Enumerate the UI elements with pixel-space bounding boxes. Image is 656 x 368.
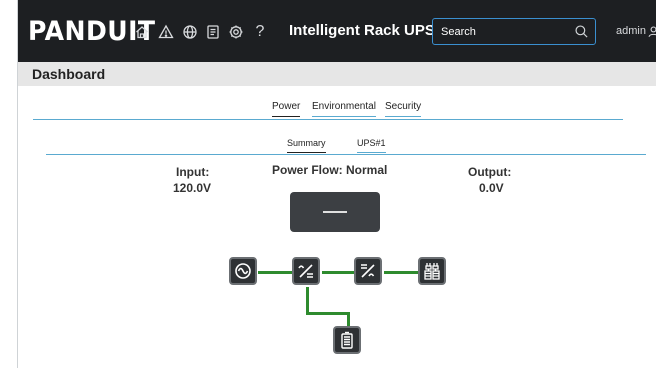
- home-icon[interactable]: [134, 24, 150, 40]
- search-icon[interactable]: [574, 24, 589, 39]
- wire-rectifier-inverter: [322, 271, 356, 274]
- tab-environmental[interactable]: Environmental: [312, 101, 376, 117]
- battery-icon[interactable]: [333, 326, 361, 354]
- tab-ups1[interactable]: UPS#1: [357, 137, 386, 153]
- wire-source-rectifier: [258, 271, 294, 274]
- settings-icon[interactable]: [228, 24, 244, 40]
- top-nav-bar: PANDUIT ? Intelligent Rack UPS admin: [18, 0, 656, 62]
- tab-summary[interactable]: Summary: [287, 137, 326, 153]
- globe-icon[interactable]: [182, 24, 198, 40]
- wire-rectifier-down: [306, 287, 309, 314]
- app-title: Intelligent Rack UPS: [289, 22, 435, 39]
- outlets-icon[interactable]: [418, 257, 446, 285]
- page-title: Dashboard: [32, 66, 106, 82]
- alert-icon[interactable]: [158, 24, 174, 40]
- help-icon[interactable]: ?: [252, 23, 268, 40]
- flow-dash: [323, 211, 347, 213]
- output-value: 0.0V: [479, 181, 504, 195]
- output-label: Output:: [468, 165, 512, 179]
- ac-source-icon[interactable]: [229, 257, 257, 285]
- dashboard-header: Dashboard: [18, 62, 656, 86]
- tab-security[interactable]: Security: [385, 101, 422, 117]
- user-menu[interactable]: admin: [616, 25, 656, 38]
- username: admin: [616, 25, 646, 37]
- power-flow-indicator: [290, 192, 380, 232]
- wire-horizontal-battery: [306, 312, 350, 315]
- inverter-icon[interactable]: [354, 257, 382, 285]
- rectifier-icon[interactable]: [292, 257, 320, 285]
- power-flow-status: Power Flow: Normal: [272, 163, 388, 177]
- search-input[interactable]: [441, 23, 561, 40]
- wire-battery-up: [347, 312, 350, 327]
- document-icon[interactable]: [205, 24, 221, 40]
- left-frame: [0, 0, 18, 368]
- sub-tabs: Summary UPS#1: [46, 134, 646, 155]
- user-icon: [648, 26, 656, 37]
- main-tabs: Power Environmental Security: [33, 98, 623, 120]
- tab-power[interactable]: Power: [272, 101, 301, 117]
- input-value: 120.0V: [173, 181, 212, 195]
- search-box[interactable]: [432, 18, 596, 45]
- wire-inverter-outlets: [384, 271, 420, 274]
- input-label: Input:: [176, 165, 210, 179]
